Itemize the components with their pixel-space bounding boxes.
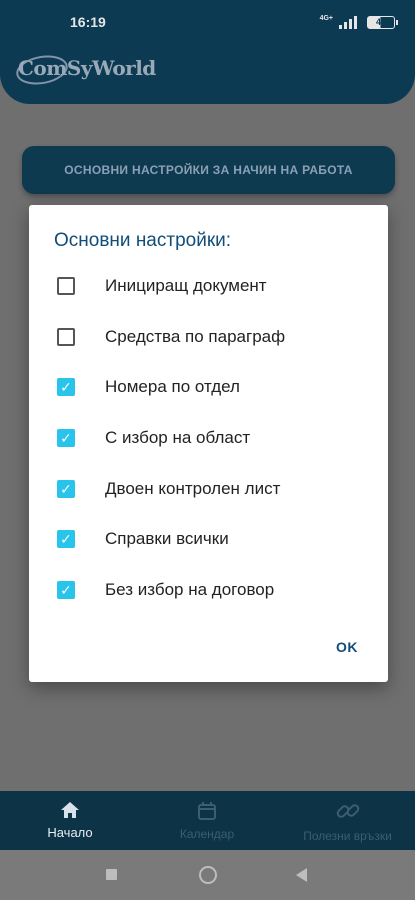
option-region-selection[interactable]: ✓ С избор на област — [57, 423, 250, 453]
check-icon: ✓ — [60, 378, 72, 395]
nav-calendar-label: Календар — [179, 826, 235, 841]
check-icon: ✓ — [60, 429, 72, 446]
system-nav-bar — [0, 850, 415, 900]
nav-links-label: Полезни връзки — [303, 828, 392, 843]
check-icon: ✓ — [60, 530, 72, 547]
main-settings-button[interactable]: ОСНОВНИ НАСТРОЙКИ ЗА НАЧИН НА РАБОТА — [22, 146, 395, 194]
dialog-title: Основни настройки: — [54, 230, 232, 251]
nav-home-label: Начало — [47, 825, 93, 840]
option-funds-by-paragraph[interactable]: Средства по параграф — [57, 322, 285, 352]
nav-calendar[interactable]: Календар — [162, 791, 252, 850]
checkbox-checked[interactable]: ✓ — [57, 429, 75, 447]
checkbox-checked[interactable]: ✓ — [57, 581, 75, 599]
checkbox[interactable] — [57, 328, 75, 346]
recent-apps-icon[interactable] — [106, 869, 117, 880]
home-icon — [61, 802, 79, 818]
option-initiating-document[interactable]: Инициращ документ — [57, 271, 267, 301]
checkbox-checked[interactable]: ✓ — [57, 480, 75, 498]
settings-dialog: Основни настройки: Инициращ документ Сре… — [29, 205, 388, 682]
battery-icon: 49 — [367, 15, 398, 29]
option-all-reports[interactable]: ✓ Справки всички — [57, 524, 229, 554]
check-icon: ✓ — [60, 581, 72, 598]
nav-home[interactable]: Начало — [30, 791, 110, 850]
ok-button[interactable]: OK — [336, 639, 358, 655]
link-icon — [336, 803, 359, 818]
option-label: Номера по отдел — [105, 377, 240, 396]
checkbox-checked[interactable]: ✓ — [57, 530, 75, 548]
app-header: 16:19 4G+ 49 ComSyWorld — [0, 0, 415, 104]
option-label: Средства по параграф — [105, 327, 286, 346]
home-button-icon[interactable] — [199, 866, 217, 884]
option-label: Двоен контролен лист — [105, 479, 281, 498]
nav-useful-links[interactable]: Полезни връзки — [290, 791, 405, 850]
back-icon[interactable] — [296, 868, 307, 882]
signal-icon — [339, 15, 361, 29]
checkbox-checked[interactable]: ✓ — [57, 378, 75, 396]
network-type-label: 4G+ — [319, 15, 333, 22]
status-time: 16:19 — [70, 14, 106, 30]
check-icon: ✓ — [60, 480, 72, 497]
bottom-nav: Начало Календар Полезни връзки — [0, 791, 415, 850]
option-label: Инициращ документ — [105, 276, 267, 295]
option-double-control-sheet[interactable]: ✓ Двоен контролен лист — [57, 474, 280, 504]
checkbox[interactable] — [57, 277, 75, 295]
option-label: С избор на област — [105, 428, 251, 447]
status-bar: 16:19 4G+ 49 — [0, 0, 415, 48]
option-no-contract-selection[interactable]: ✓ Без избор на договор — [57, 575, 274, 605]
calendar-icon — [198, 801, 216, 820]
app-logo: ComSyWorld — [18, 56, 156, 80]
option-numbers-by-department[interactable]: ✓ Номера по отдел — [57, 372, 240, 402]
option-label: Справки всички — [105, 529, 229, 548]
status-icons: 4G+ 49 — [319, 15, 398, 29]
option-label: Без избор на договор — [105, 580, 275, 599]
